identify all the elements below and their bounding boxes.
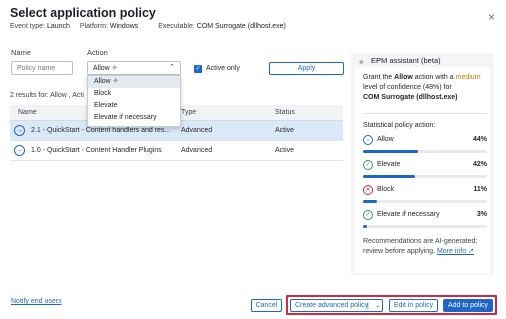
confidence-level: medium (455, 74, 481, 81)
platform-label: Platform: (79, 23, 108, 30)
table-row[interactable]: → 1.0 - QuickStart - Content Handler Plu… (10, 141, 343, 161)
grant-action: Allow (394, 74, 413, 81)
executable-label: Executable: (158, 23, 195, 30)
arrow-right-circle-icon: → (14, 125, 25, 136)
split-divider: | (367, 303, 369, 310)
more-info-link[interactable]: More info ↗ (437, 248, 474, 255)
stat-bar-track (363, 225, 487, 228)
stat-icon: → (363, 135, 373, 145)
chevron-down-icon[interactable]: ⌄ (375, 300, 381, 311)
assistant-disclaimer: Recommendations are AI-generated; review… (363, 237, 487, 257)
action-selected-value: Allow (93, 65, 110, 72)
stat-name: Elevate (377, 161, 401, 168)
row-type: Advanced (181, 127, 213, 134)
divider (363, 113, 487, 114)
action-select[interactable]: Allow ✧ ⌃ (87, 61, 181, 75)
action-option-elevate[interactable]: Elevate (88, 100, 180, 112)
stat-bar-track (363, 175, 487, 178)
stat-icon: ✓ (363, 160, 373, 170)
row-name: 2.1 - QuickStart - Content handlers and … (31, 127, 171, 134)
results-count: 2 results for: Allow , Acti (10, 92, 84, 99)
sparkle-icon: ✧ (111, 65, 118, 72)
action-dropdown-menu: Allow ✧ Block Elevate Elevate if necessa… (87, 75, 181, 127)
assistant-title-text: EPM assistant (beta) (371, 56, 441, 65)
create-advanced-policy-button[interactable]: Create advanced policy | ⌄ (290, 299, 383, 312)
stat-row: ✓ Elevate if necessary 3% (363, 210, 487, 236)
cancel-button[interactable]: Cancel (251, 299, 282, 312)
action-option-elevate-if-necessary[interactable]: Elevate if necessary (88, 112, 180, 124)
row-status: Active (275, 147, 295, 154)
assistant-title: ✧ EPM assistant (beta) (358, 56, 441, 67)
sparkle-icon: ✧ (358, 58, 365, 67)
apply-button[interactable]: Apply (269, 62, 344, 75)
chevron-up-icon: ⌃ (169, 64, 175, 71)
stat-icon: ✕ (363, 185, 373, 195)
grant-text-mid: action with a (412, 74, 456, 81)
stat-bar-fill (363, 175, 416, 178)
stat-name: Block (377, 186, 395, 193)
create-advanced-label: Create advanced policy (295, 302, 369, 309)
active-only-label: Active only (206, 65, 240, 72)
edit-in-policy-button[interactable]: Edit in policy (389, 299, 438, 312)
action-option-allow[interactable]: Allow ✧ (88, 76, 180, 88)
option-label: Allow (94, 78, 111, 85)
stat-percent: 42% (472, 161, 487, 168)
epm-assistant-panel: ✧ EPM assistant (beta) Grant the Allow a… (351, 53, 494, 275)
action-filter-label: Action (87, 48, 108, 57)
executable-value: COM Surrogate (dllhost.exe) (196, 23, 286, 30)
add-to-policy-button[interactable]: Add to policy (443, 299, 493, 312)
stat-bar-track (363, 150, 487, 153)
stat-percent: 44% (472, 136, 487, 143)
column-header-type[interactable]: Type (181, 109, 196, 116)
stat-bar-fill (363, 225, 367, 228)
action-option-block[interactable]: Block (88, 88, 180, 100)
dialog-title: Select application policy (10, 6, 156, 20)
sparkle-icon: ✧ (112, 78, 119, 85)
stat-bar-fill (363, 200, 377, 203)
dialog-meta: Event type: Launch Platform: Windows Exe… (10, 23, 286, 30)
stat-name: Allow (377, 136, 394, 143)
stat-row: ✕ Block 11% (363, 185, 487, 211)
notify-end-users-link[interactable]: Notify end users (11, 298, 62, 305)
grant-target: COM Surrogate (dllhost.exe) (363, 94, 458, 101)
stat-percent: 3% (476, 211, 487, 218)
stat-percent: 11% (473, 186, 487, 193)
active-only-checkbox[interactable]: ✓ (194, 65, 202, 73)
arrow-right-circle-icon: → (14, 145, 25, 156)
grant-text-post: level of confidence (48%) for (363, 84, 452, 91)
assistant-recommendation: Grant the Allow action with a medium lev… (363, 73, 487, 103)
name-filter-label: Name (11, 48, 32, 57)
policy-name-input[interactable] (11, 61, 73, 75)
column-header-status[interactable]: Status (275, 109, 295, 116)
row-status: Active (275, 127, 295, 134)
row-type: Advanced (181, 147, 213, 154)
stat-row: ✓ Elevate 42% (363, 160, 487, 186)
grant-text-pre: Grant the (363, 74, 395, 81)
close-icon[interactable]: × (488, 10, 495, 24)
event-type-label: Event type: (10, 23, 46, 30)
stat-icon: ✓ (363, 210, 373, 220)
stat-bar-track (363, 200, 487, 203)
stat-row: → Allow 44% (363, 135, 487, 161)
event-type-value: Launch (46, 23, 70, 30)
platform-value: Windows (109, 23, 139, 30)
row-name: 1.0 - QuickStart - Content Handler Plugi… (31, 147, 162, 154)
stat-name: Elevate if necessary (377, 211, 440, 218)
statistical-header: Statistical policy action: (363, 122, 436, 129)
column-header-name[interactable]: Name (18, 109, 37, 116)
stat-bar-fill (363, 150, 418, 153)
